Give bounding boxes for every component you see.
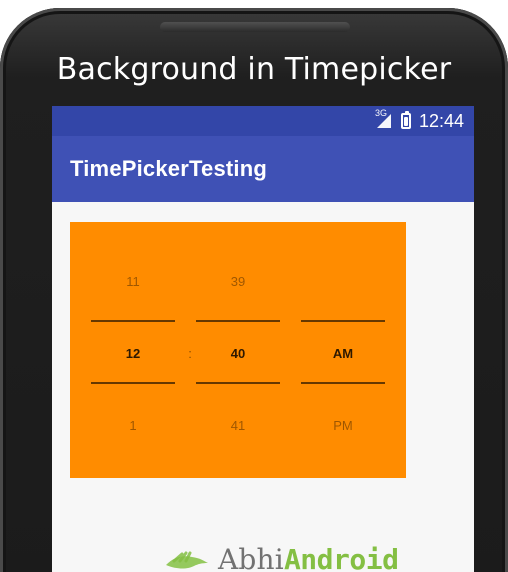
status-indicators: 3G 12:44 bbox=[375, 108, 464, 131]
watermark-text-accent: Android bbox=[283, 543, 399, 572]
app-bar: TimePickerTesting bbox=[52, 136, 474, 202]
watermark-text: AbhiAndroid bbox=[218, 543, 399, 572]
battery-icon bbox=[400, 111, 411, 129]
ampm-spinner[interactable]: AM PM bbox=[301, 222, 385, 478]
device-screen: 3G 12:44 TimePickerTesting 11 12 1 : 39 … bbox=[52, 106, 474, 572]
phone-frame: Background in Timepicker 3G 12:44 TimePi… bbox=[0, 8, 508, 572]
minute-divider-top bbox=[196, 320, 280, 322]
watermark-logo-icon bbox=[164, 547, 210, 572]
watermark-text-prefix: Abhi bbox=[218, 543, 284, 572]
time-picker[interactable]: 11 12 1 : 39 40 41 AM PM bbox=[70, 222, 406, 478]
frame-title: Background in Timepicker bbox=[56, 52, 452, 87]
hour-divider-top bbox=[91, 320, 175, 322]
page: Background in Timepicker 3G 12:44 TimePi… bbox=[0, 0, 508, 572]
minute-prev-value[interactable]: 39 bbox=[196, 274, 280, 289]
ampm-next-value[interactable]: PM bbox=[301, 418, 385, 433]
status-bar: 3G 12:44 bbox=[52, 106, 474, 136]
app-title: TimePickerTesting bbox=[70, 156, 267, 181]
ampm-divider-top bbox=[301, 320, 385, 322]
hour-spinner[interactable]: 11 12 1 bbox=[91, 222, 175, 478]
signal-icon: 3G bbox=[375, 108, 393, 128]
ampm-selected-value[interactable]: AM bbox=[301, 346, 385, 361]
time-separator: : bbox=[188, 346, 192, 361]
minute-spinner[interactable]: 39 40 41 bbox=[196, 222, 280, 478]
minute-next-value[interactable]: 41 bbox=[196, 418, 280, 433]
minute-divider-bottom bbox=[196, 382, 280, 384]
hour-selected-value[interactable]: 12 bbox=[91, 346, 175, 361]
status-time: 12:44 bbox=[418, 111, 464, 131]
signal-network-label: 3G bbox=[374, 108, 387, 118]
hour-divider-bottom bbox=[91, 382, 175, 384]
ampm-divider-bottom bbox=[301, 382, 385, 384]
minute-selected-value[interactable]: 40 bbox=[196, 346, 280, 361]
hour-next-value[interactable]: 1 bbox=[91, 418, 175, 433]
phone-speaker-grille bbox=[160, 22, 350, 32]
watermark: AbhiAndroid bbox=[164, 543, 399, 572]
hour-prev-value[interactable]: 11 bbox=[91, 274, 175, 289]
